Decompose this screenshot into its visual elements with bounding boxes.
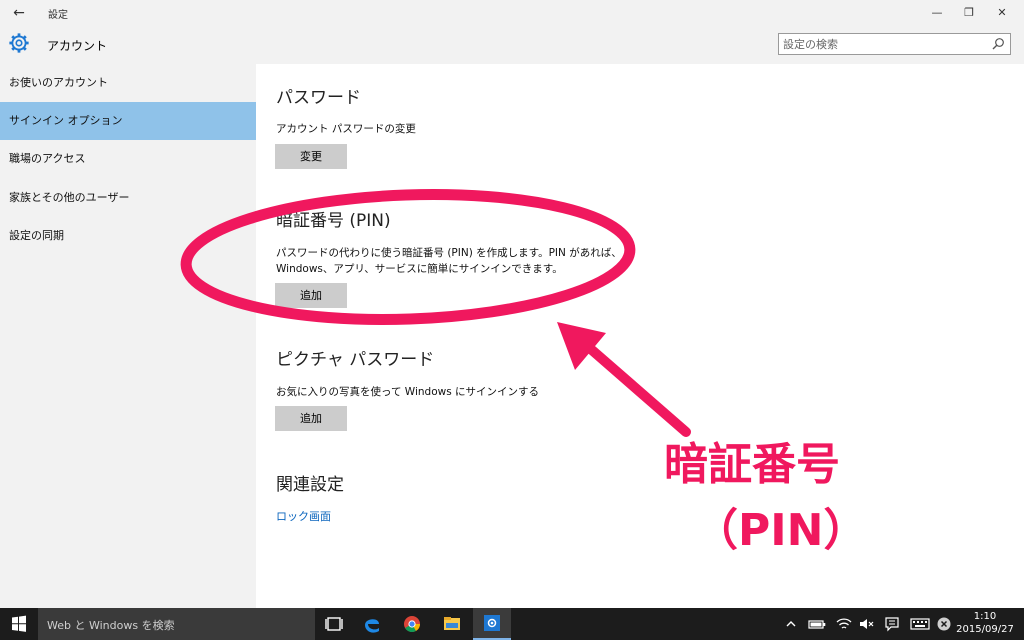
clock-time: 1:10 [973, 611, 997, 622]
page-title: アカウント [47, 39, 108, 53]
annotation-label-line2: （PIN） [694, 505, 868, 556]
close-circle-icon[interactable] [936, 616, 952, 632]
restore-button[interactable]: ❐ [955, 2, 983, 24]
keyboard-icon[interactable] [909, 616, 931, 632]
password-heading: パスワード [276, 88, 361, 108]
settings-app-taskbar-item[interactable] [473, 608, 511, 640]
picture-password-description: お気に入りの写真を使って Windows にサインインする [276, 386, 540, 398]
taskbar: Web と Windows を検索 1:10 2015/09/27 [0, 608, 1024, 640]
sidebar-item-sign-in-options[interactable]: サインイン オプション [0, 102, 256, 140]
search-icon[interactable] [990, 36, 1006, 52]
chevron-up-icon[interactable] [783, 616, 799, 632]
sidebar-item-sync-settings[interactable]: 設定の同期 [0, 217, 256, 255]
taskbar-search-box[interactable]: Web と Windows を検索 [38, 608, 315, 640]
back-button[interactable]: ← [6, 3, 32, 23]
pin-description-line1: パスワードの代わりに使う暗証番号 (PIN) を作成します。PIN があれば、 [276, 247, 622, 259]
sidebar-item-family-other-users[interactable]: 家族とその他のユーザー [0, 179, 256, 217]
edge-icon[interactable] [353, 608, 391, 640]
password-description: アカウント パスワードの変更 [276, 123, 416, 135]
chrome-icon[interactable] [393, 608, 431, 640]
file-explorer-icon[interactable] [433, 608, 471, 640]
task-view-icon[interactable] [315, 608, 353, 640]
action-center-icon[interactable] [883, 616, 901, 632]
wifi-icon[interactable] [835, 616, 853, 632]
lock-screen-link[interactable]: ロック画面 [276, 508, 331, 524]
windows-start-icon[interactable] [0, 608, 38, 640]
taskbar-search-text: Web と Windows を検索 [47, 619, 175, 632]
annotation-label-line1: 暗証番号 [664, 439, 840, 490]
settings-app-icon [484, 615, 500, 631]
main-content: パスワード アカウント パスワードの変更 変更 暗証番号 (PIN) パスワード… [256, 64, 1024, 608]
pin-heading: 暗証番号 (PIN) [276, 211, 391, 231]
add-picture-password-button[interactable]: 追加 [275, 406, 347, 431]
picture-password-heading: ピクチャ パスワード [276, 350, 435, 370]
page-header: アカウント [0, 26, 1024, 64]
close-button[interactable]: ✕ [988, 2, 1016, 24]
volume-icon[interactable] [857, 616, 875, 632]
related-settings-heading: 関連設定 [276, 475, 344, 495]
minimize-button[interactable]: — [923, 2, 951, 24]
window-title: 設定 [48, 10, 68, 21]
search-input[interactable] [783, 36, 983, 52]
sidebar-item-your-account[interactable]: お使いのアカウント [0, 64, 256, 102]
title-bar: ← 設定 — ❐ ✕ [0, 0, 1024, 26]
sidebar: お使いのアカウント サインイン オプション 職場のアクセス 家族とその他のユーザ… [0, 64, 256, 608]
gear-icon [9, 33, 29, 53]
settings-search-box[interactable] [778, 33, 1011, 55]
battery-icon[interactable] [807, 616, 827, 632]
sidebar-item-work-access[interactable]: 職場のアクセス [0, 140, 256, 178]
pin-description-line2: Windows、アプリ、サービスに簡単にサインインできます。 [276, 263, 563, 275]
taskbar-clock[interactable]: 1:10 2015/09/27 [955, 610, 1015, 636]
add-pin-button[interactable]: 追加 [275, 283, 347, 308]
change-password-button[interactable]: 変更 [275, 144, 347, 169]
clock-date: 2015/09/27 [956, 624, 1014, 635]
